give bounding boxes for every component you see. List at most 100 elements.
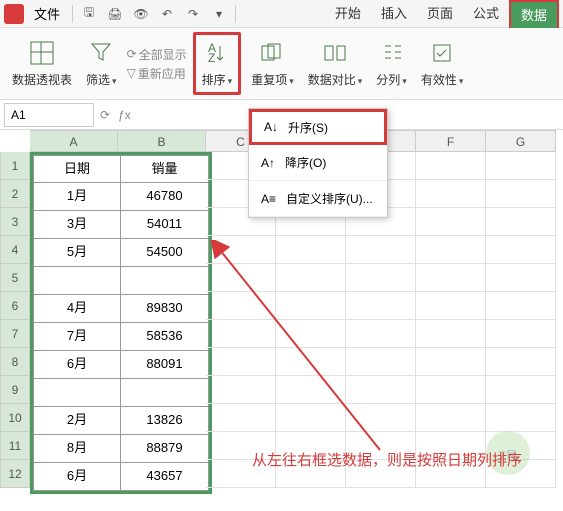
data-cell[interactable] (121, 379, 209, 407)
data-cell[interactable]: 58536 (121, 323, 209, 351)
data-cell[interactable]: 1月 (33, 183, 121, 211)
empty-cell[interactable] (206, 348, 276, 376)
data-cell[interactable]: 88879 (121, 435, 209, 463)
sort-custom-item[interactable]: A≡ 自定义排序(U)... (249, 181, 387, 217)
header-cell[interactable]: 日期 (33, 155, 121, 183)
data-cell[interactable]: 6月 (33, 463, 121, 491)
showall-button[interactable]: ⟳全部显示 (127, 46, 187, 63)
col-header-A[interactable]: A (30, 130, 118, 152)
tab-page[interactable]: 页面 (417, 0, 463, 28)
empty-cell[interactable] (416, 292, 486, 320)
col-header-B[interactable]: B (118, 130, 206, 152)
row-header-1[interactable]: 1 (0, 152, 30, 180)
data-cell[interactable]: 8月 (33, 435, 121, 463)
filter-button[interactable]: 筛选 (82, 37, 121, 90)
empty-cell[interactable] (416, 180, 486, 208)
empty-cell[interactable] (346, 376, 416, 404)
row-header-3[interactable]: 3 (0, 208, 30, 236)
empty-cell[interactable] (206, 264, 276, 292)
empty-cell[interactable] (206, 292, 276, 320)
sort-desc-item[interactable]: A↑ 降序(O) (249, 145, 387, 181)
data-cell[interactable]: 13826 (121, 407, 209, 435)
empty-cell[interactable] (416, 320, 486, 348)
empty-cell[interactable] (206, 404, 276, 432)
empty-cell[interactable] (416, 348, 486, 376)
data-cell[interactable]: 4月 (33, 295, 121, 323)
data-cell[interactable]: 3月 (33, 211, 121, 239)
sort-asc-item[interactable]: A↓ 升序(S) (249, 109, 387, 145)
dropdown-icon[interactable]: ▾ (207, 2, 231, 26)
row-header-12[interactable]: 12 (0, 460, 30, 488)
redo-icon[interactable]: ↷ (181, 2, 205, 26)
preview-icon[interactable]: 👁 (129, 2, 153, 26)
row-header-5[interactable]: 5 (0, 264, 30, 292)
empty-cell[interactable] (416, 376, 486, 404)
empty-cell[interactable] (486, 180, 556, 208)
undo-icon[interactable]: ↶ (155, 2, 179, 26)
empty-cell[interactable] (346, 404, 416, 432)
data-cell[interactable] (121, 267, 209, 295)
row-header-2[interactable]: 2 (0, 180, 30, 208)
empty-cell[interactable] (276, 264, 346, 292)
sort-button[interactable]: AZ 排序 (193, 32, 242, 95)
empty-cell[interactable] (276, 320, 346, 348)
empty-cell[interactable] (416, 152, 486, 180)
fx-icon[interactable]: ƒx (118, 108, 131, 122)
row-header-4[interactable]: 4 (0, 236, 30, 264)
data-cell[interactable]: 88091 (121, 351, 209, 379)
refresh-icon[interactable]: ⟳ (100, 108, 110, 122)
tab-start[interactable]: 开始 (325, 0, 371, 28)
empty-cell[interactable] (486, 264, 556, 292)
empty-cell[interactable] (346, 236, 416, 264)
data-cell[interactable]: 54011 (121, 211, 209, 239)
empty-cell[interactable] (486, 236, 556, 264)
split-button[interactable]: 分列 (372, 37, 411, 90)
tab-formula[interactable]: 公式 (463, 0, 509, 28)
row-header-10[interactable]: 10 (0, 404, 30, 432)
compare-button[interactable]: 数据对比 (304, 37, 367, 90)
data-cell[interactable] (33, 267, 121, 295)
data-cell[interactable]: 6月 (33, 351, 121, 379)
empty-cell[interactable] (206, 320, 276, 348)
selected-range[interactable]: 日期销量1月467803月540115月545004月898307月585366… (30, 152, 212, 494)
reapply-button[interactable]: ▽重新应用 (127, 65, 187, 82)
empty-cell[interactable] (276, 292, 346, 320)
empty-cell[interactable] (486, 320, 556, 348)
tab-insert[interactable]: 插入 (371, 0, 417, 28)
data-cell[interactable]: 2月 (33, 407, 121, 435)
empty-cell[interactable] (416, 264, 486, 292)
dup-button[interactable]: 重复项 (247, 37, 298, 90)
tab-data[interactable]: 数据 (509, 0, 559, 28)
empty-cell[interactable] (486, 376, 556, 404)
data-cell[interactable]: 46780 (121, 183, 209, 211)
empty-cell[interactable] (276, 236, 346, 264)
col-header-F[interactable]: F (416, 130, 486, 152)
data-cell[interactable]: 43657 (121, 463, 209, 491)
data-cell[interactable]: 89830 (121, 295, 209, 323)
pivot-button[interactable]: 数据透视表 (8, 37, 76, 90)
empty-cell[interactable] (276, 348, 346, 376)
row-header-7[interactable]: 7 (0, 320, 30, 348)
empty-cell[interactable] (486, 292, 556, 320)
empty-cell[interactable] (276, 404, 346, 432)
name-box[interactable]: A1 (4, 103, 94, 127)
empty-cell[interactable] (416, 236, 486, 264)
row-header-8[interactable]: 8 (0, 348, 30, 376)
empty-cell[interactable] (346, 320, 416, 348)
header-cell[interactable]: 销量 (121, 155, 209, 183)
valid-button[interactable]: 有效性 (417, 37, 468, 90)
row-header-9[interactable]: 9 (0, 376, 30, 404)
col-header-G[interactable]: G (486, 130, 556, 152)
row-header-6[interactable]: 6 (0, 292, 30, 320)
empty-cell[interactable] (276, 376, 346, 404)
print-icon[interactable]: 🖨 (103, 2, 127, 26)
empty-cell[interactable] (416, 208, 486, 236)
empty-cell[interactable] (346, 292, 416, 320)
empty-cell[interactable] (486, 152, 556, 180)
empty-cell[interactable] (206, 236, 276, 264)
data-cell[interactable]: 5月 (33, 239, 121, 267)
empty-cell[interactable] (486, 208, 556, 236)
empty-cell[interactable] (206, 376, 276, 404)
data-cell[interactable]: 54500 (121, 239, 209, 267)
data-cell[interactable] (33, 379, 121, 407)
